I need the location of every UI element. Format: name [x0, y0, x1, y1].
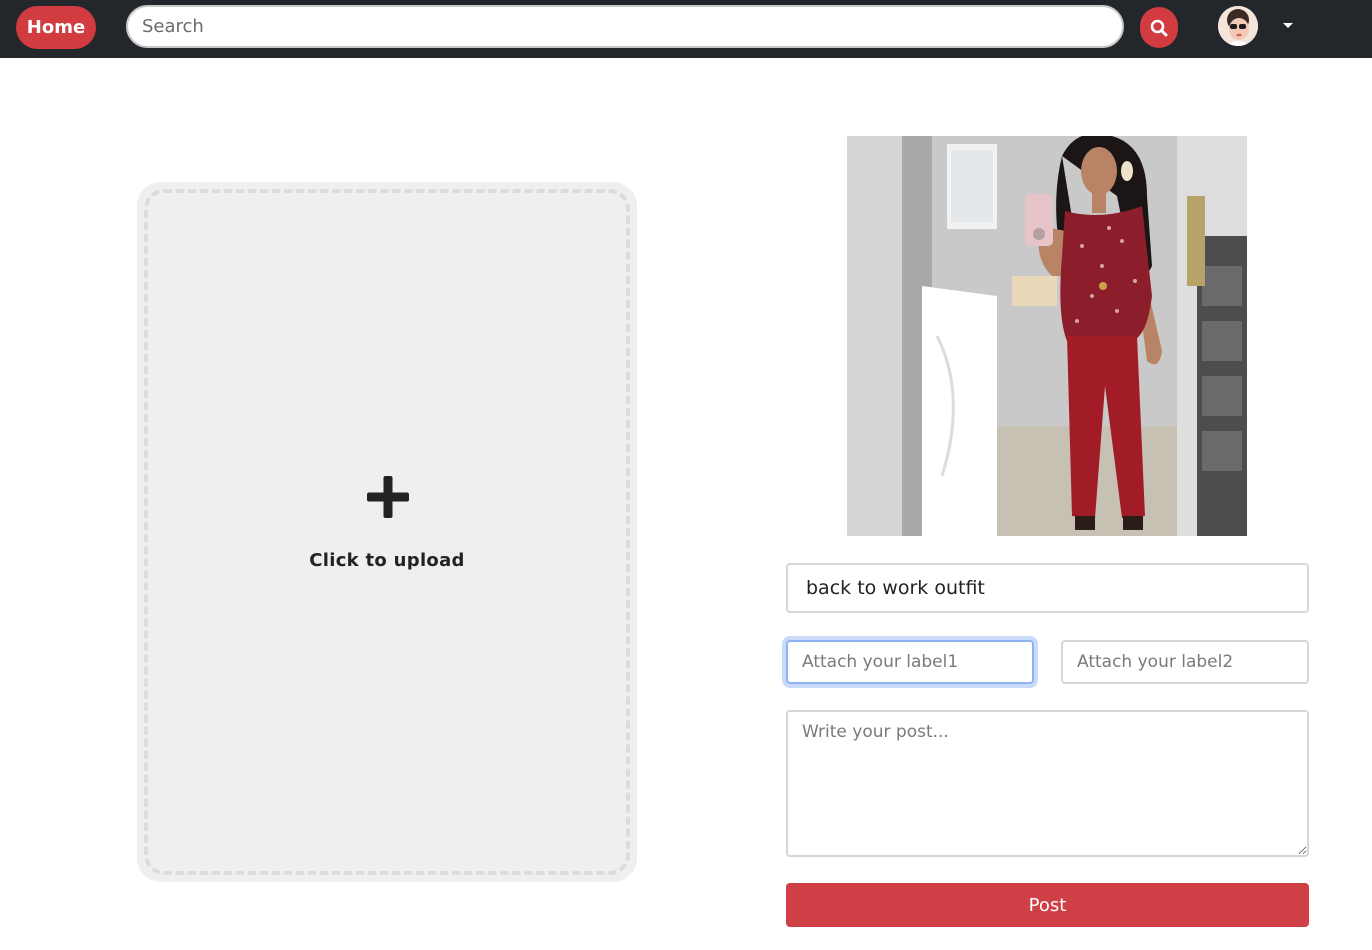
search-input[interactable]	[126, 5, 1124, 48]
avatar[interactable]	[1218, 6, 1258, 46]
account-dropdown-toggle[interactable]	[1280, 17, 1296, 33]
avatar-icon	[1218, 6, 1258, 46]
search-icon	[1150, 19, 1168, 36]
upload-label: Click to upload	[309, 550, 465, 571]
home-button[interactable]: Home	[16, 6, 96, 49]
post-button[interactable]: Post	[786, 883, 1309, 927]
search-button[interactable]	[1140, 7, 1178, 48]
label2-field[interactable]	[1061, 640, 1309, 684]
upload-dropzone[interactable]: Click to upload	[137, 182, 637, 882]
preview-image	[847, 136, 1247, 536]
outfit-photo	[847, 136, 1247, 536]
dropzone-border	[144, 189, 630, 875]
plus-icon	[367, 476, 409, 518]
post-textarea[interactable]	[786, 710, 1309, 857]
label1-field[interactable]	[786, 640, 1034, 684]
caret-down-icon	[1283, 22, 1293, 28]
top-navbar: Home	[0, 0, 1372, 58]
title-field[interactable]	[786, 563, 1309, 613]
